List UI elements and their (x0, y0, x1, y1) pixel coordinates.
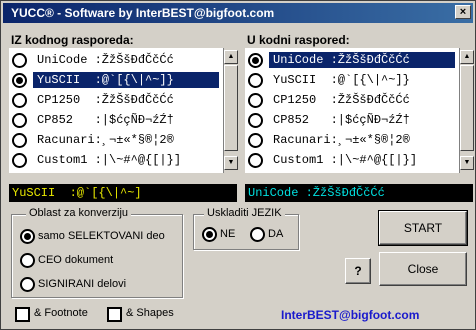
conversion-scope-group: Oblast za konverziju samo SELEKTOVANI de… (11, 207, 183, 298)
option-label: NE (220, 228, 236, 240)
scroll-up-icon[interactable]: ▲ (224, 50, 238, 64)
radio-checked-icon[interactable] (12, 73, 27, 88)
target-option-cp852[interactable]: CP852 :|$ćçÑÐ¬źŹ† (245, 110, 473, 130)
option-label: CP1250 :ŽžŠšĐđČčĆć (37, 93, 174, 107)
option-label: CP1250 :ŽžŠšĐđČčĆć (273, 93, 410, 107)
shapes-checkbox[interactable] (107, 307, 122, 322)
group-legend: Oblast za konverziju (26, 207, 132, 219)
target-encoding-heading: U kodni raspored: (247, 33, 350, 47)
source-option-racunari[interactable]: Racunari:¸¬±«*§®¦2® (9, 130, 237, 150)
option-label: SIGNIRANI delovi (38, 278, 127, 290)
target-encoding-list: UniCode :ŽžŠšĐđČčĆć YuSCII :@`[{\|^~]} C… (245, 48, 474, 173)
option-label: UniCode :ŽžŠšĐđČčĆć (37, 53, 174, 67)
target-option-custom1[interactable]: Custom1 :|\~#^@{[|}] (245, 150, 473, 170)
footnote-checkbox[interactable] (15, 307, 30, 322)
radio-icon[interactable] (12, 93, 27, 108)
option-label: YuSCII :@`[{\|^~]} (33, 72, 219, 88)
option-label: CP852 :|$ćçÑÐ¬źŹ† (273, 113, 410, 127)
option-label: samo SELEKTOVANI deo (38, 230, 165, 242)
footer-email-link[interactable]: InterBEST@bigfoot.com (281, 308, 419, 322)
source-encoding-heading: IZ kodnog rasporeda: (11, 33, 134, 47)
source-option-unicode[interactable]: UniCode :ŽžŠšĐđČčĆć (9, 50, 237, 70)
source-list-scrollbar[interactable]: ▲ ▼ (223, 48, 238, 173)
radio-icon[interactable] (12, 53, 27, 68)
radio-icon[interactable] (20, 253, 35, 268)
radio-icon[interactable] (248, 93, 263, 108)
source-option-yuscii[interactable]: YuSCII :@`[{\|^~]} (9, 70, 237, 90)
radio-checked-icon[interactable] (248, 53, 263, 68)
target-option-unicode[interactable]: UniCode :ŽžŠšĐđČčĆć (245, 50, 473, 70)
scroll-down-icon[interactable]: ▼ (224, 156, 238, 170)
radio-checked-icon[interactable] (20, 229, 35, 244)
radio-icon[interactable] (248, 133, 263, 148)
footnote-label: & Footnote (34, 307, 88, 319)
source-option-cp852[interactable]: CP852 :|$ćçÑÐ¬źŹ† (9, 110, 237, 130)
option-label: Custom1 :|\~#^@{[|}] (37, 153, 182, 167)
radio-icon[interactable] (250, 227, 265, 242)
option-label: UniCode :ŽžŠšĐđČčĆć (269, 52, 455, 68)
scroll-down-icon[interactable]: ▼ (460, 156, 474, 170)
close-window-button[interactable]: × (455, 5, 471, 19)
target-option-racunari[interactable]: Racunari:¸¬±«*§®¦2® (245, 130, 473, 150)
target-list-scrollbar[interactable]: ▲ ▼ (459, 48, 474, 173)
option-label: CP852 :|$ćçÑÐ¬źŹ† (37, 113, 174, 127)
scroll-thumb[interactable] (224, 65, 238, 151)
close-button[interactable]: Close (379, 252, 467, 286)
scroll-up-icon[interactable]: ▲ (460, 50, 474, 64)
option-label: Racunari:¸¬±«*§®¦2® (273, 133, 410, 147)
radio-icon[interactable] (12, 133, 27, 148)
source-option-cp1250[interactable]: CP1250 :ŽžŠšĐđČčĆć (9, 90, 237, 110)
target-preview: UniCode :ŽžŠšĐđČčĆć (245, 184, 473, 202)
help-button[interactable]: ? (345, 258, 371, 284)
option-label: DA (268, 228, 284, 240)
group-legend: Uskladiti JEZIK (204, 207, 285, 219)
source-option-custom1[interactable]: Custom1 :|\~#^@{[|}] (9, 150, 237, 170)
scroll-thumb[interactable] (460, 65, 474, 151)
radio-icon[interactable] (248, 113, 263, 128)
target-option-cp1250[interactable]: CP1250 :ŽžŠšĐđČčĆć (245, 90, 473, 110)
option-label: CEO dokument (38, 254, 114, 266)
option-label: Custom1 :|\~#^@{[|}] (273, 153, 418, 167)
app-window: YUCC® - Software by InterBEST@bigfoot.co… (0, 0, 476, 330)
option-label: Racunari:¸¬±«*§®¦2® (37, 133, 174, 147)
radio-checked-icon[interactable] (202, 227, 217, 242)
option-label: YuSCII :@`[{\|^~]} (273, 73, 410, 87)
title-bar[interactable]: YUCC® - Software by InterBEST@bigfoot.co… (3, 3, 473, 23)
start-button[interactable]: START (378, 210, 468, 246)
radio-icon[interactable] (20, 277, 35, 292)
window-title: YUCC® - Software by InterBEST@bigfoot.co… (11, 6, 275, 20)
target-option-yuscii[interactable]: YuSCII :@`[{\|^~]} (245, 70, 473, 90)
source-encoding-list: UniCode :ŽžŠšĐđČčĆć YuSCII :@`[{\|^~]} C… (9, 48, 238, 173)
shapes-label: & Shapes (126, 307, 174, 319)
radio-icon[interactable] (12, 113, 27, 128)
radio-icon[interactable] (248, 73, 263, 88)
radio-icon[interactable] (12, 153, 27, 168)
language-group: Uskladiti JEZIK NE DA (193, 207, 299, 250)
radio-icon[interactable] (248, 153, 263, 168)
source-preview: YuSCII :@`[{\|^~] (9, 184, 237, 202)
